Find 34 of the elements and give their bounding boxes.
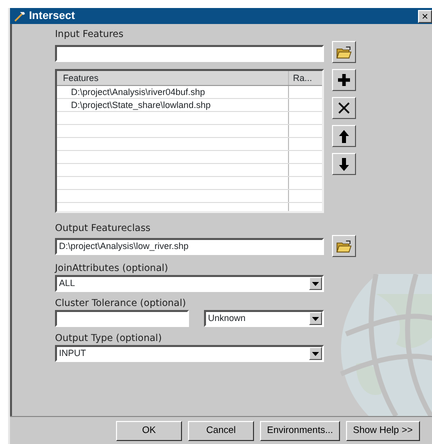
delete-button[interactable] [332, 97, 356, 119]
cancel-button[interactable]: Cancel [188, 420, 254, 440]
field-label: Output Featureclass [55, 223, 152, 235]
ok-button[interactable]: OK [116, 420, 182, 440]
add-button[interactable] [332, 69, 356, 91]
plus-icon [338, 74, 350, 86]
browse-button[interactable] [332, 41, 356, 63]
show-help-button[interactable]: Show Help >> [346, 420, 420, 440]
field-label: Output Type (optional) [55, 333, 163, 345]
input-field[interactable] [55, 45, 324, 62]
move-up-button[interactable] [332, 125, 356, 147]
list-row[interactable]: D:\project\State_share\lowland.shp [57, 99, 289, 111]
list-row[interactable]: D:\project\Analysis\river04buf.shp [57, 86, 289, 98]
output-type-dropdown[interactable]: INPUT [55, 345, 324, 362]
join-attributes-dropdown[interactable]: ALL [55, 275, 324, 292]
field-label: JoinAttributes (optional) [55, 263, 170, 275]
column-header: Ra... [292, 72, 312, 84]
window-title: Intersect [29, 10, 75, 22]
field-label: Cluster Tolerance (optional) [55, 298, 187, 310]
move-down-button[interactable] [332, 153, 356, 175]
hammer-icon [14, 10, 26, 22]
folder-icon [336, 240, 352, 252]
output-field[interactable]: D:\project\Analysis\low_river.shp [55, 238, 324, 255]
folder-icon [336, 46, 352, 58]
browse-button[interactable] [332, 235, 356, 257]
down-arrow-icon [339, 158, 349, 170]
unit-dropdown[interactable]: Unknown [204, 310, 324, 327]
close-button[interactable]: × [418, 10, 432, 22]
tolerance-field[interactable] [55, 310, 189, 327]
column-header: Features [57, 71, 289, 85]
environments-button[interactable]: Environments... [260, 420, 340, 440]
up-arrow-icon [339, 130, 349, 142]
field-label: Input Features [55, 29, 124, 41]
delete-icon [338, 102, 350, 114]
